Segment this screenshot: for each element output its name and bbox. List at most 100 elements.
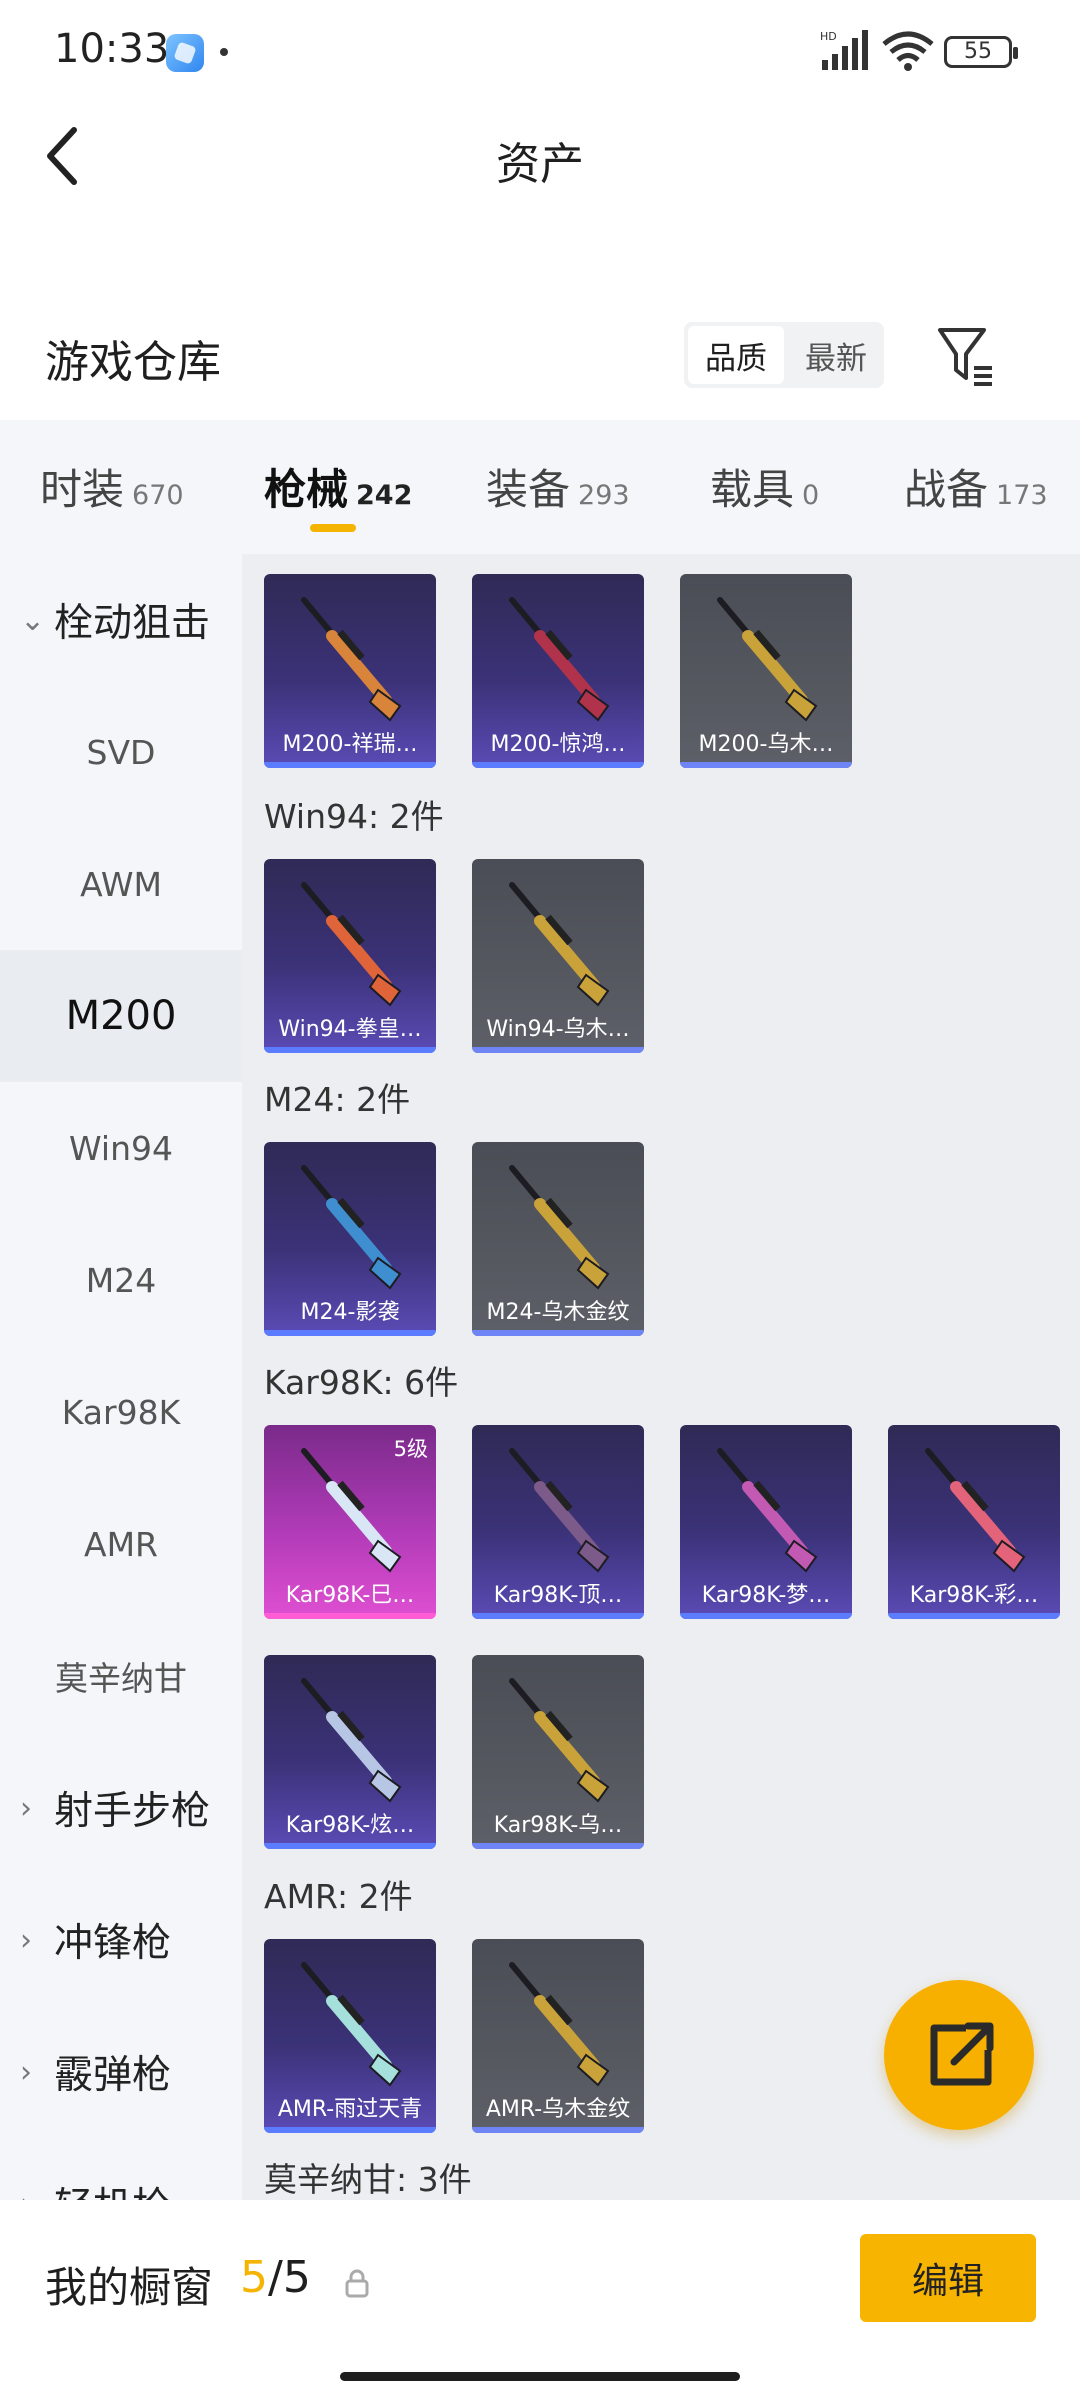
sidebar-item-label: 冲锋枪 [54, 1921, 172, 1966]
share-button[interactable] [884, 1980, 1034, 2130]
sidebar-group-shotgun[interactable]: › 霰弹枪 [0, 2006, 242, 2138]
quality-bar [264, 1330, 436, 1336]
tab-count: 293 [578, 480, 630, 511]
rifle-icon [509, 597, 610, 722]
weapon-card[interactable]: Kar98K-梦… [680, 1425, 852, 1619]
weapon-card[interactable]: M24-乌木金纹 [472, 1142, 644, 1336]
quality-bar [472, 1843, 644, 1849]
notification-dot-icon [220, 48, 228, 56]
home-indicator[interactable] [340, 2372, 740, 2381]
weapon-card[interactable]: M24-影袭 [264, 1142, 436, 1336]
item-name: M200-乌木… [698, 732, 834, 757]
item-name: Kar98K-乌… [493, 1813, 623, 1838]
sort-toggle: 品质 最新 [684, 322, 884, 388]
item-name: Kar98K-彩… [909, 1583, 1039, 1608]
edit-button[interactable]: 编辑 [860, 2234, 1036, 2322]
sidebar-item-amr[interactable]: AMR [0, 1478, 242, 1610]
rifle-icon [301, 882, 402, 1007]
tab-firearms[interactable]: 枪械 242 [264, 456, 412, 517]
weapon-card[interactable]: Kar98K-顶… [472, 1425, 644, 1619]
item-name: M24-影袭 [300, 1300, 400, 1325]
quality-bar [264, 762, 436, 768]
weapon-card[interactable]: AMR-乌木金纹 [472, 1939, 644, 2133]
rifle-icon [717, 1448, 818, 1573]
section-label-amr: AMR: 2件 [264, 1877, 413, 1916]
section-label-kar98k: Kar98K: 6件 [264, 1363, 459, 1402]
showcase-label: 我的橱窗 [45, 2263, 214, 2312]
rifle-icon [301, 1678, 402, 1803]
item-name: M200-惊鸿… [490, 732, 626, 757]
tab-fashion[interactable]: 时装 670 [40, 456, 184, 517]
sidebar-group-marksman[interactable]: › 射手步枪 [0, 1742, 242, 1874]
weapon-card[interactable]: M200-惊鸿… [472, 574, 644, 768]
tab-label: 载具 [710, 465, 795, 514]
rifle-icon [925, 1448, 1026, 1573]
showcase-bar: 我的橱窗 5/5 编辑 [0, 2200, 1080, 2400]
weapon-card[interactable]: Kar98K-乌… [472, 1655, 644, 1849]
rifle-icon [301, 1165, 402, 1290]
sidebar-item-mosin[interactable]: 莫辛纳甘 [0, 1610, 242, 1742]
status-bar: 10:33 HD 55 [0, 0, 1080, 104]
tab-count: 0 [802, 480, 820, 511]
chevron-right-icon: › [20, 2187, 32, 2201]
section-label-win94: Win94: 2件 [264, 797, 444, 836]
network-label: HD [820, 30, 837, 43]
sidebar-item-svd[interactable]: SVD [0, 686, 242, 818]
weapon-card[interactable]: Kar98K-彩… [888, 1425, 1060, 1619]
item-name: Kar98K-炫… [285, 1813, 415, 1838]
sidebar-item-win94[interactable]: Win94 [0, 1082, 242, 1214]
chevron-right-icon: › [20, 1790, 32, 1826]
weapon-card[interactable]: Kar98K-炫… [264, 1655, 436, 1849]
wifi-icon [882, 31, 934, 71]
sidebar-group-bolt-action[interactable]: ⌄ 栓动狙击 [0, 554, 242, 686]
tab-equipment[interactable]: 装备 293 [486, 456, 630, 517]
chevron-right-icon: › [20, 1922, 32, 1958]
chevron-right-icon: › [20, 2054, 32, 2090]
filter-icon[interactable] [936, 322, 996, 388]
rifle-icon [301, 1962, 402, 2087]
sidebar-group-lmg[interactable]: › 轻机枪 [0, 2138, 242, 2200]
item-level-badge: 5级 [393, 1437, 428, 1461]
tab-combat-gear[interactable]: 战备 173 [904, 456, 1048, 517]
weapon-type-sidebar: ⌄ 栓动狙击 SVD AWM M200 Win94 M24 Kar98K AMR… [0, 554, 242, 2200]
showcase-current: 5 [240, 2252, 268, 2303]
sidebar-item-awm[interactable]: AWM [0, 818, 242, 950]
weapon-card[interactable]: Win94-乌木… [472, 859, 644, 1053]
tab-label: 时装 [40, 465, 125, 514]
active-tab-indicator [310, 524, 356, 532]
sidebar-item-m200[interactable]: M200 [0, 950, 242, 1082]
rifle-icon [717, 597, 818, 722]
quality-bar [472, 762, 644, 768]
quality-bar [680, 1613, 852, 1619]
share-icon [930, 2022, 994, 2086]
weapon-grid: Win94: 2件 M24: 2件 Kar98K: 6件 AMR: 2件 莫辛纳… [242, 554, 1080, 2200]
tab-label: 战备 [904, 465, 989, 514]
item-name: AMR-乌木金纹 [485, 2097, 631, 2122]
tab-vehicles[interactable]: 载具 0 [710, 456, 819, 517]
rifle-icon [301, 597, 402, 722]
rifle-icon [509, 882, 610, 1007]
chevron-down-icon: ⌄ [20, 602, 46, 638]
weapon-card[interactable]: M200-乌木… [680, 574, 852, 768]
section-label-m24: M24: 2件 [264, 1080, 411, 1119]
quality-bar [264, 1843, 436, 1849]
sidebar-item-kar98k[interactable]: Kar98K [0, 1346, 242, 1478]
sidebar-group-smg[interactable]: › 冲锋枪 [0, 1874, 242, 2006]
sort-by-quality[interactable]: 品质 [688, 326, 784, 384]
weapon-card[interactable]: 5级 Kar98K-巳… [264, 1425, 436, 1619]
sidebar-item-m24[interactable]: M24 [0, 1214, 242, 1346]
showcase-total: /5 [268, 2252, 311, 2303]
weapon-card[interactable]: Win94-拳皇… [264, 859, 436, 1053]
status-time: 10:33 [54, 26, 170, 72]
weapon-card[interactable]: M200-祥瑞… [264, 574, 436, 768]
item-name: M200-祥瑞… [282, 732, 418, 757]
item-name: Win94-拳皇… [278, 1017, 422, 1042]
item-name: Win94-乌木… [486, 1017, 630, 1042]
quality-bar [264, 2127, 436, 2133]
sort-by-newest[interactable]: 最新 [788, 322, 884, 388]
quality-bar [888, 1613, 1060, 1619]
quality-bar [472, 1330, 644, 1336]
weapon-card[interactable]: AMR-雨过天青 [264, 1939, 436, 2133]
item-name: Kar98K-顶… [493, 1583, 623, 1608]
rifle-icon [509, 1448, 610, 1573]
